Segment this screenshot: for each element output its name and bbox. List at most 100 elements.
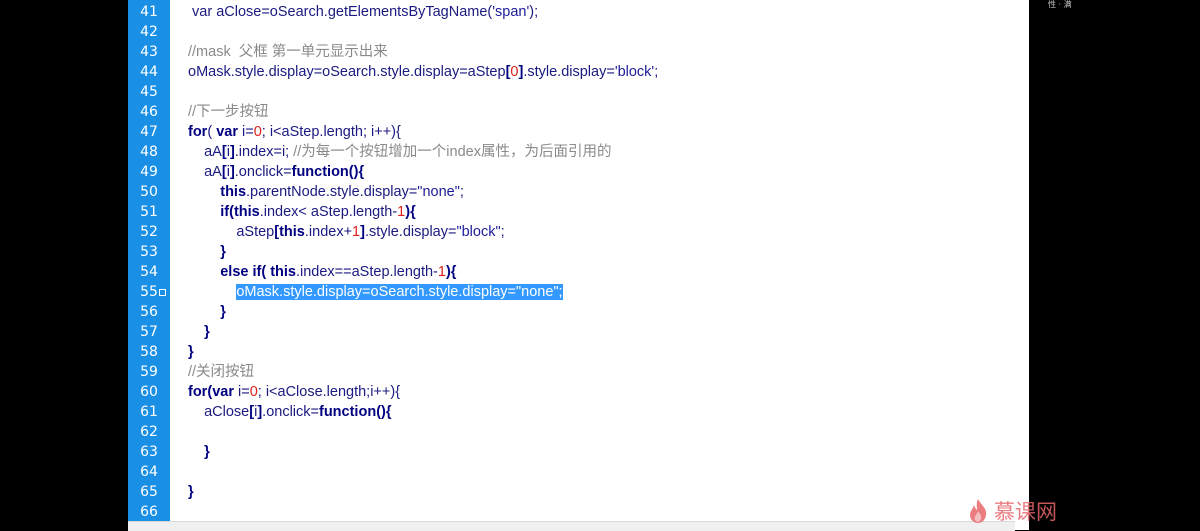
code-token: .index==aStep.length-	[295, 264, 438, 280]
code-text[interactable]: oMask.style.display=oSearch.style.displa…	[188, 282, 563, 302]
code-editor[interactable]: 41 var aClose=oSearch.getElementsByTagNa…	[128, 0, 1029, 530]
code-text[interactable]: }	[188, 302, 226, 322]
code-line[interactable]: 57 }	[128, 322, 1029, 342]
code-token: aStep	[188, 224, 275, 240]
code-text[interactable]: aStep[this.index+1].style.display="block…	[188, 222, 505, 242]
code-text[interactable]: aA[i].onclick=function(){	[188, 162, 364, 182]
code-text[interactable]: }	[188, 342, 194, 362]
code-token: 0	[249, 384, 258, 400]
code-text[interactable]: }	[188, 482, 194, 502]
code-text[interactable]: var aClose=oSearch.getElementsByTagName(…	[188, 2, 538, 22]
code-token: this	[220, 184, 247, 200]
code-line[interactable]: 56 }	[128, 302, 1029, 322]
code-line[interactable]: 51 if(this.index< aStep.length-1){	[128, 202, 1029, 222]
line-number: 41	[140, 4, 158, 20]
code-token: 0	[253, 124, 262, 140]
code-token: "block"	[456, 224, 501, 240]
watermark: 慕课网	[966, 496, 1076, 526]
code-line[interactable]: 52 aStep[this.index+1].style.display="bl…	[128, 222, 1029, 242]
line-number: 58	[140, 344, 158, 360]
code-text[interactable]: //下一步按钮	[188, 102, 269, 122]
code-token: //mask 父框 第一单元显示出来	[188, 44, 388, 60]
code-token: if	[220, 204, 230, 220]
code-text[interactable]: for( var i=0; i<aStep.length; i++){	[188, 122, 401, 142]
code-token: );	[529, 4, 539, 20]
code-line[interactable]: 64	[128, 462, 1029, 482]
code-line[interactable]: 58}	[128, 342, 1029, 362]
code-token: ; i<aStep.length; i++){	[261, 124, 401, 140]
line-number: 54	[140, 264, 158, 280]
code-line[interactable]: 54 else if( this.index==aStep.length-1){	[128, 262, 1029, 282]
code-token: function	[291, 164, 349, 180]
code-line[interactable]: 63 }	[128, 442, 1029, 462]
code-text[interactable]: }	[188, 442, 210, 462]
code-line[interactable]: 43 //mask 父框 第一单元显示出来	[128, 42, 1029, 62]
code-line[interactable]: 46 //下一步按钮	[128, 102, 1029, 122]
code-text[interactable]: for(var i=0; i<aClose.length;i++){	[188, 382, 400, 402]
code-token: oMask.style.display=oSearch.style.displa…	[188, 64, 506, 80]
line-number: 61	[140, 404, 158, 420]
code-line[interactable]: 61 aClose[i].onclick=function(){	[128, 402, 1029, 422]
code-token: }	[220, 304, 226, 320]
code-line[interactable]: 50 this.parentNode.style.display="none";	[128, 182, 1029, 202]
code-text[interactable]: aClose[i].onclick=function(){	[188, 402, 392, 422]
corner-label: 性 · 满	[1048, 0, 1072, 9]
code-line[interactable]: 59 //关闭按钮	[128, 362, 1029, 382]
line-number: 57	[140, 324, 158, 340]
line-number: 65	[140, 484, 158, 500]
code-text[interactable]: }	[188, 242, 226, 262]
code-token: //下一步按钮	[188, 104, 269, 120]
code-text[interactable]: this.parentNode.style.display="none";	[188, 182, 464, 202]
code-line[interactable]: 55 oMask.style.display=oSearch.style.dis…	[128, 282, 1029, 302]
code-text[interactable]: }	[188, 322, 210, 342]
code-token: .onclick=	[262, 404, 319, 420]
code-text[interactable]: aA[i].index=i; //为每一个按钮增加一个index属性，为后面引用…	[188, 142, 611, 162]
code-line[interactable]: 48 aA[i].index=i; //为每一个按钮增加一个index属性，为后…	[128, 142, 1029, 162]
code-line[interactable]: 47 for( var i=0; i<aStep.length; i++){	[128, 122, 1029, 142]
flame-logo-icon	[970, 499, 987, 523]
line-number: 53	[140, 244, 158, 260]
code-token: //为每一个按钮增加一个index属性，为后面引用的	[293, 144, 612, 160]
code-token: (	[261, 264, 271, 280]
code-line[interactable]: 49 aA[i].onclick=function(){	[128, 162, 1029, 182]
line-number: 44	[140, 64, 158, 80]
line-number: 60	[140, 384, 158, 400]
code-text[interactable]: //关闭按钮	[188, 362, 254, 382]
code-line[interactable]: 42	[128, 22, 1029, 42]
code-token: }	[204, 444, 210, 460]
code-line[interactable]: 66	[128, 502, 1029, 522]
code-line[interactable]: 41 var aClose=oSearch.getElementsByTagNa…	[128, 2, 1029, 22]
code-token: (){	[376, 404, 392, 420]
line-number: 49	[140, 164, 158, 180]
code-line[interactable]: 65}	[128, 482, 1029, 502]
line-number: 46	[140, 104, 158, 120]
line-number: 43	[140, 44, 158, 60]
line-number: 52	[140, 224, 158, 240]
line-number: 48	[140, 144, 158, 160]
code-line[interactable]: 45	[128, 82, 1029, 102]
code-token: .style.display=	[364, 224, 457, 240]
code-text[interactable]: if(this.index< aStep.length-1){	[188, 202, 416, 222]
code-line[interactable]: 62	[128, 422, 1029, 442]
line-number: 66	[140, 504, 158, 520]
code-text[interactable]: //mask 父框 第一单元显示出来	[188, 42, 388, 62]
bookmark-marker-icon[interactable]	[159, 289, 166, 296]
code-line[interactable]: 53 }	[128, 242, 1029, 262]
code-token: .index< aStep.length-	[259, 204, 398, 220]
code-token: .parentNode.style.display=	[246, 184, 418, 200]
code-line[interactable]: 60 for(var i=0; i<aClose.length;i++){	[128, 382, 1029, 402]
code-token: aClose	[188, 404, 250, 420]
code-text[interactable]: oMask.style.display=oSearch.style.displa…	[188, 62, 658, 82]
code-token: 'span'	[492, 4, 530, 20]
line-number: 63	[140, 444, 158, 460]
code-text[interactable]: else if( this.index==aStep.length-1){	[188, 262, 456, 282]
code-token: ;	[500, 224, 505, 240]
code-line[interactable]: 44 oMask.style.display=oSearch.style.disp…	[128, 62, 1029, 82]
code-token: ){	[445, 264, 457, 280]
